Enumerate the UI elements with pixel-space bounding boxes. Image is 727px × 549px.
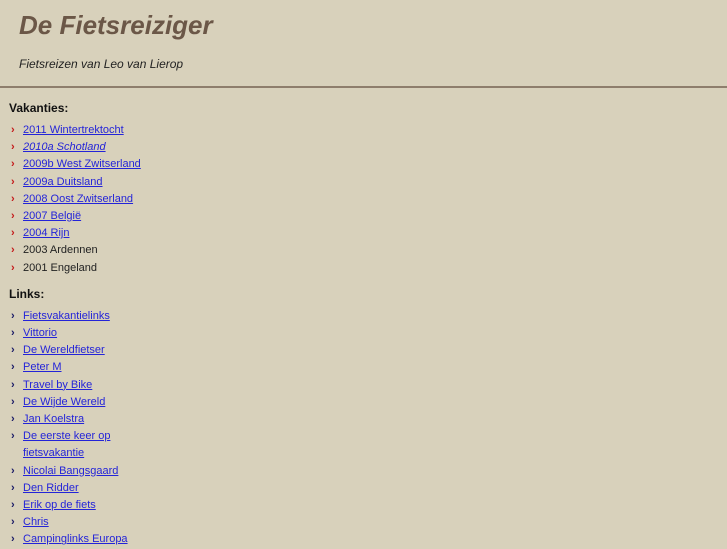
list-item: › Campinglinks Europa: [9, 531, 163, 548]
chevron-right-icon: ›: [11, 175, 15, 188]
links-list: › Fietsvakantielinks › Vittorio › De Wereldfi…: [9, 308, 163, 549]
list-item: › Den Ridder: [9, 480, 163, 497]
list-item: › 2009a Duitsland: [9, 174, 163, 191]
nav-link[interactable]: Jan Koelstra: [23, 413, 84, 425]
chevron-right-icon: ›: [11, 361, 15, 374]
list-item: › 2003 Ardennen: [9, 242, 163, 259]
nav-link[interactable]: 2007 België: [23, 210, 81, 222]
list-item: › 2004 Rijn: [9, 225, 163, 242]
list-item: › De Wijde Wereld: [9, 394, 163, 411]
chevron-right-icon: ›: [11, 430, 15, 443]
nav-link[interactable]: 2009b West Zwitserland: [23, 158, 141, 170]
list-item: › 2001 Engeland: [9, 260, 163, 277]
nav-link[interactable]: Chris: [23, 516, 49, 528]
chevron-right-icon: ›: [11, 413, 15, 426]
links-heading: Links:: [9, 286, 45, 301]
chevron-right-icon: ›: [11, 210, 15, 223]
chevron-right-icon: ›: [11, 227, 15, 240]
chevron-right-icon: ›: [11, 124, 15, 136]
chevron-right-icon: ›: [11, 378, 15, 391]
nav-text: 2003 Ardennen: [23, 244, 98, 257]
list-item: › 2009b West Zwitserland: [9, 156, 163, 173]
chevron-right-icon: ›: [11, 158, 15, 171]
vakanties-heading: Vakanties:: [9, 101, 69, 115]
sidebar-navigation: Vakanties: › 2011 Wintertrektocht › 2010a S…: [9, 100, 163, 549]
chevron-right-icon: ›: [11, 141, 15, 154]
site-title[interactable]: De Fietsreiziger: [19, 10, 213, 41]
nav-link[interactable]: 2011 Wintertrektocht: [23, 124, 124, 136]
chevron-right-icon: ›: [11, 244, 15, 257]
nav-link[interactable]: 2009a Duitsland: [23, 176, 103, 188]
list-item: › Fietsvakantielinks: [9, 308, 163, 325]
nav-link[interactable]: Fietsvakantielinks: [23, 310, 110, 322]
chevron-right-icon: ›: [11, 344, 15, 357]
nav-link[interactable]: Nicolai Bangsgaard: [23, 465, 118, 477]
nav-link[interactable]: De Wereldfietser: [23, 344, 105, 356]
nav-link[interactable]: Vittorio: [23, 327, 57, 339]
nav-link[interactable]: Peter M: [23, 361, 62, 373]
nav-link[interactable]: De Wijde Wereld: [23, 396, 105, 408]
list-item: › 2007 België: [9, 208, 163, 225]
nav-text: 2001 Engeland: [23, 261, 98, 274]
list-item: › De Wereldfietser: [9, 342, 163, 359]
chevron-right-icon: ›: [11, 499, 15, 512]
list-item: › 2011 Wintertrektocht: [9, 122, 163, 139]
nav-link[interactable]: 2008 Oost Zwitserland: [23, 193, 133, 205]
list-item: › Nicolai Bangsgaard: [9, 463, 163, 480]
nav-link[interactable]: Den Ridder: [23, 482, 79, 494]
nav-link[interactable]: Travel by Bike: [23, 379, 92, 391]
nav-link[interactable]: Erik op de fiets: [23, 499, 96, 511]
nav-link[interactable]: 2004 Rijn: [23, 227, 69, 239]
list-item: › De eerste keer op fietsvakantie: [9, 428, 163, 462]
list-item: › 2010a Schotland: [9, 139, 163, 156]
list-item: › Vittorio: [9, 325, 163, 342]
list-item: › Chris: [9, 514, 163, 531]
chevron-right-icon: ›: [11, 309, 15, 322]
nav-link[interactable]: 2010a Schotland: [23, 141, 106, 153]
chevron-right-icon: ›: [11, 395, 15, 408]
chevron-right-icon: ›: [11, 516, 15, 529]
vakanties-list: › 2011 Wintertrektocht › 2010a Schotland › 20…: [9, 122, 163, 277]
chevron-right-icon: ›: [11, 481, 15, 494]
nav-link[interactable]: De eerste keer op fietsvakantie: [23, 430, 110, 459]
site-header: De Fietsreiziger Fietsreizen van Leo van…: [0, 0, 727, 88]
list-item: › 2008 Oost Zwitserland: [9, 191, 163, 208]
chevron-right-icon: ›: [11, 533, 15, 546]
list-item: › Travel by Bike: [9, 377, 163, 394]
list-item: › Erik op de fiets: [9, 497, 163, 514]
list-item: › Peter M: [9, 359, 163, 376]
nav-link[interactable]: Campinglinks Europa: [23, 533, 128, 545]
list-item: › Jan Koelstra: [9, 411, 163, 428]
site-tagline: Fietsreizen van Leo van Lierop: [19, 57, 184, 71]
chevron-right-icon: ›: [11, 192, 15, 205]
chevron-right-icon: ›: [11, 261, 15, 274]
chevron-right-icon: ›: [11, 464, 15, 477]
chevron-right-icon: ›: [11, 327, 15, 340]
